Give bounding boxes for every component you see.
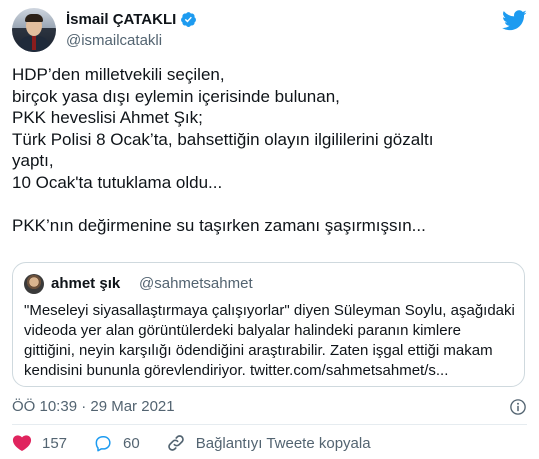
info-icon[interactable] bbox=[509, 398, 527, 416]
link-icon bbox=[167, 435, 184, 451]
quoted-tweet-line: videoda yer alan görüntülerdeki balyalar… bbox=[24, 322, 461, 339]
tweet-line: PKK heveslisi Ahmet Şık; bbox=[12, 108, 203, 127]
copy-link-button[interactable]: Bağlantıyı Tweete kopyala bbox=[166, 433, 371, 453]
reply-icon bbox=[95, 436, 111, 452]
quoted-tweet-line: "Meseleyi siyasallaştırmaya çalışıyorlar… bbox=[24, 302, 515, 319]
tweet-line: yaptı, bbox=[12, 151, 54, 170]
author-name-row[interactable]: İsmail ÇATAKLI bbox=[66, 11, 197, 28]
quoted-tweet-card[interactable]: ahmet şık @sahmetsahmet "Meseleyi siyasa… bbox=[12, 262, 525, 387]
quoted-tweet-line: kendisini bununla görevlendiriyor. twitt… bbox=[24, 362, 449, 379]
like-count: 157 bbox=[42, 434, 68, 452]
quoted-author-display-name: ahmet şık bbox=[51, 275, 121, 292]
author-display-name[interactable]: İsmail ÇATAKLI bbox=[66, 11, 176, 28]
tweet-timestamp[interactable]: ÖÖ 10:39 · 29 Mar 2021 bbox=[12, 398, 175, 415]
author-handle[interactable]: @ismailcatakli bbox=[66, 32, 162, 49]
tweet-actions: 157 60 Bağlantıyı Tweete kopyala bbox=[12, 432, 397, 454]
tweet-line: 10 Ocak'ta tutuklama oldu... bbox=[12, 172, 223, 192]
twitter-bird-icon[interactable] bbox=[502, 10, 527, 31]
tweet-line: HDP’den milletvekili seçilen, bbox=[12, 65, 225, 84]
reply-button[interactable]: 60 bbox=[93, 433, 140, 453]
verified-badge-icon bbox=[181, 12, 197, 27]
heart-icon bbox=[12, 435, 32, 451]
quoted-tweet-text: "Meseleyi siyasallaştırmaya çalışıyorlar… bbox=[24, 301, 516, 381]
like-button[interactable]: 157 bbox=[12, 433, 67, 453]
tweet-text: HDP’den milletvekili seçilen, birçok yas… bbox=[12, 64, 527, 236]
tweet-line: birçok yasa dışı eylemin içerisinde bulu… bbox=[12, 86, 340, 106]
copy-link-label: Bağlantıyı Tweete kopyala bbox=[195, 434, 371, 452]
quoted-author-handle: @sahmetsahmet bbox=[139, 275, 253, 292]
divider bbox=[12, 424, 527, 425]
tweet-line: PKK’nın değirmenine su taşırken zamanı ş… bbox=[12, 215, 426, 235]
tweet-header: İsmail ÇATAKLI @ismailcatakli bbox=[12, 8, 527, 52]
author-avatar[interactable] bbox=[12, 8, 56, 52]
quoted-tweet-line: gittiğini, neyin karşılığı ödendiğini ar… bbox=[24, 342, 493, 359]
quoted-author-avatar bbox=[24, 274, 44, 294]
reply-count: 60 bbox=[123, 434, 140, 452]
tweet-line: Türk Polisi 8 Ocak’ta, bahsettiğin olayı… bbox=[12, 129, 434, 149]
